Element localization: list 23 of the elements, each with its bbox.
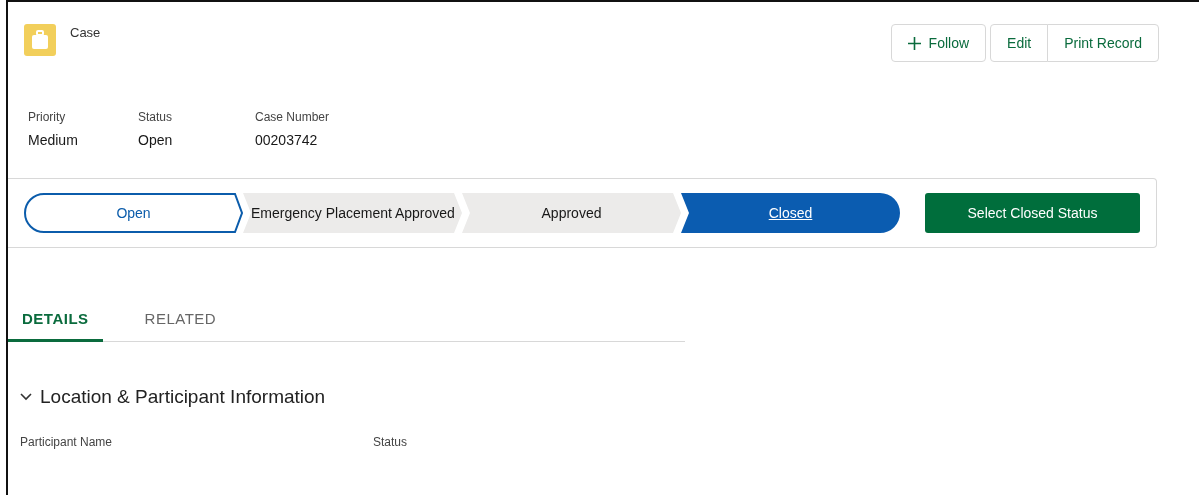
path-stage[interactable]: Approved: [462, 193, 681, 233]
path-stage[interactable]: Emergency Placement Approved: [243, 193, 462, 233]
section-header[interactable]: Location & Participant Information: [20, 386, 326, 408]
chevron-icon: [20, 393, 32, 401]
plus-icon: [907, 36, 921, 50]
tab[interactable]: RELATED: [130, 310, 231, 342]
field-value: Open: [138, 132, 174, 148]
field-value: 00203742: [255, 132, 319, 148]
field-label: Case Number: [255, 110, 331, 124]
tab[interactable]: DETAILS: [8, 310, 103, 342]
field-label: Participant Name: [20, 435, 114, 449]
field-label: Status: [373, 435, 409, 449]
field-value: Medium: [28, 132, 79, 148]
object-label: Case: [70, 25, 101, 40]
case-icon: [24, 24, 56, 56]
follow-button[interactable]: Follow: [890, 24, 987, 62]
action-button[interactable]: Edit: [990, 24, 1049, 62]
select-status-button[interactable]: Select Closed Status: [925, 193, 1140, 233]
path-stage[interactable]: Open: [24, 193, 243, 233]
path-stage[interactable]: Closed: [681, 193, 900, 233]
field-label: Status: [138, 110, 174, 124]
action-button[interactable]: Print Record: [1047, 24, 1159, 62]
field-label: Priority: [28, 110, 67, 124]
